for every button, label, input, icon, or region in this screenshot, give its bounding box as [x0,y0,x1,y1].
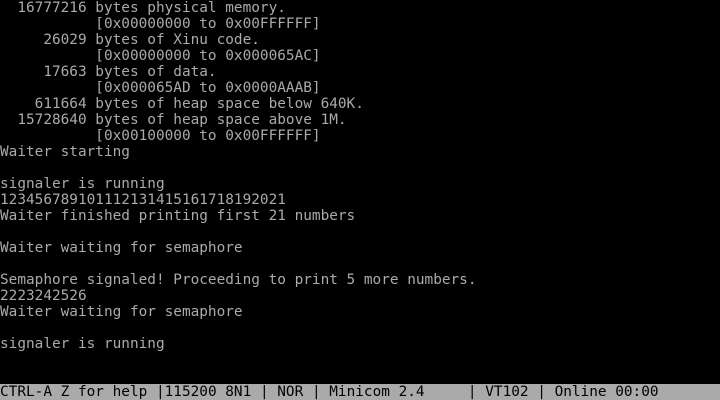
terminal-line: signaler is running [0,176,165,192]
terminal-line: [0x00000000 to 0x000065AC] [0,48,321,64]
status-connection: Online 00:00 [545,384,659,400]
terminal-line: 17663 bytes of data. [0,64,217,80]
terminal-line: Waiter finished printing first 21 number… [0,208,356,224]
terminal-line: 123456789101112131415161718192021 [0,192,286,208]
terminal-line: Waiter waiting for semaphore [0,240,243,256]
terminal-line: 26029 bytes of Xinu code. [0,32,260,48]
status-separator: | [537,384,546,400]
status-separator: | [259,384,269,400]
status-serial-settings: 115200 8N1 [164,384,260,400]
terminal-line: 15728640 bytes of heap space above 1M. [0,112,347,128]
terminal-line: Waiter starting [0,144,130,160]
status-separator: | [311,384,321,400]
status-program: Minicom 2.4 [320,384,468,400]
terminal-line: signaler is running [0,336,165,352]
terminal-line: 611664 bytes of heap space below 640K. [0,96,364,112]
terminal-line: Waiter waiting for semaphore [0,304,243,320]
status-separator: | [467,384,477,400]
status-help: CTRL-A Z for help [0,384,156,400]
status-emulation: VT102 [476,384,538,400]
terminal-line: 16777216 bytes physical memory. [0,0,286,16]
terminal-line: 2223242526 [0,288,87,304]
terminal-line: [0x00000000 to 0x00FFFFFF] [0,16,321,32]
terminal-line: [0x000065AD to 0x0000AAAB] [0,80,321,96]
terminal-line: Semaphore signaled! Proceeding to print … [0,272,477,288]
terminal-line: [0x00100000 to 0x00FFFFFF] [0,128,321,144]
status-mode: NOR [268,384,312,400]
status-bar: CTRL-A Z for help |115200 8N1 | NOR | Mi… [0,384,720,400]
terminal-output[interactable]: 16777216 bytes physical memory. [0x00000… [0,0,720,384]
status-separator: | [155,384,165,400]
